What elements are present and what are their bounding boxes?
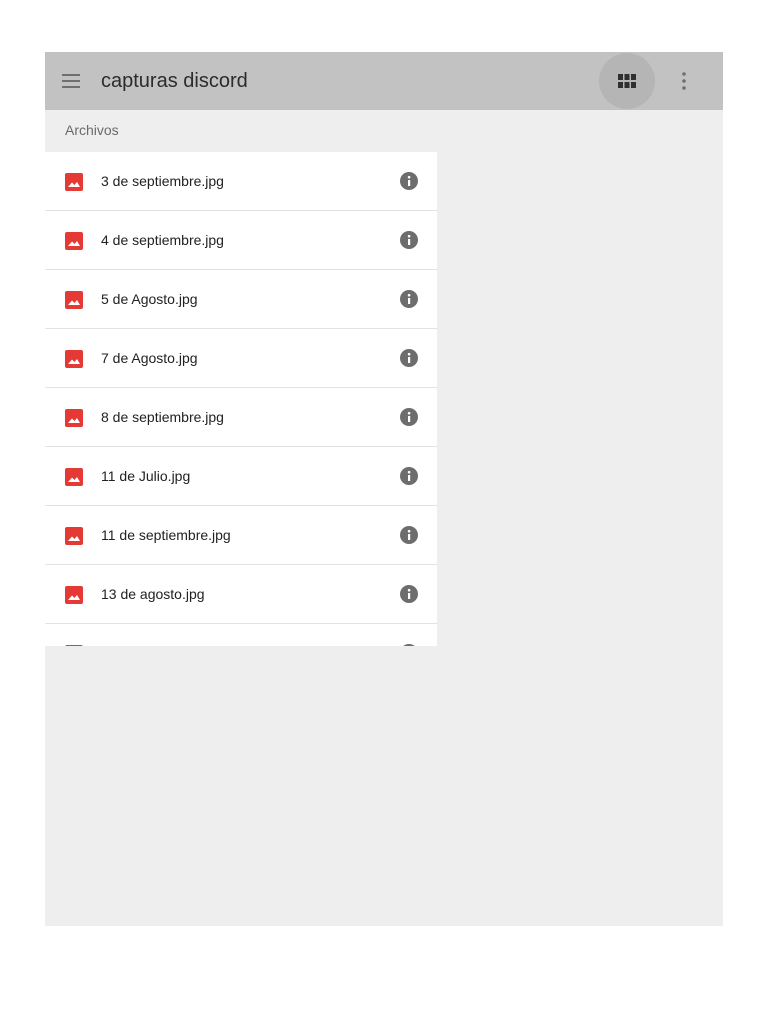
info-icon[interactable] — [400, 408, 418, 426]
hamburger-menu-icon — [62, 74, 80, 76]
file-row-partial[interactable] — [45, 624, 437, 646]
info-icon[interactable] — [400, 585, 418, 603]
file-row[interactable]: 13 de agosto.jpg — [45, 565, 437, 624]
image-file-icon — [65, 173, 83, 191]
info-icon[interactable] — [400, 231, 418, 249]
info-icon[interactable] — [400, 467, 418, 485]
info-icon[interactable] — [400, 644, 418, 646]
file-row[interactable]: 5 de Agosto.jpg — [45, 270, 437, 329]
file-row[interactable]: 3 de septiembre.jpg — [45, 152, 437, 211]
info-icon[interactable] — [400, 172, 418, 190]
toolbar: capturas discord — [45, 52, 723, 110]
grid-view-icon — [618, 74, 636, 88]
info-icon[interactable] — [400, 290, 418, 308]
file-row[interactable]: 7 de Agosto.jpg — [45, 329, 437, 388]
file-row[interactable]: 8 de septiembre.jpg — [45, 388, 437, 447]
file-row[interactable]: 4 de septiembre.jpg — [45, 211, 437, 270]
image-file-icon — [65, 350, 83, 368]
grid-view-button[interactable] — [599, 53, 655, 109]
info-icon[interactable] — [400, 526, 418, 544]
file-name: 11 de septiembre.jpg — [101, 527, 231, 543]
image-file-icon — [65, 409, 83, 427]
file-list: 3 de septiembre.jpg 4 de septiembre.jpg — [45, 152, 437, 646]
folder-title: capturas discord — [101, 70, 248, 92]
image-file-icon — [65, 232, 83, 250]
menu-button[interactable] — [57, 67, 85, 95]
image-file-icon — [65, 645, 83, 646]
image-file-icon — [65, 291, 83, 309]
image-file-icon — [65, 527, 83, 545]
info-icon[interactable] — [400, 349, 418, 367]
section-label: Archivos — [65, 122, 119, 138]
image-file-icon — [65, 468, 83, 486]
file-name: 13 de agosto.jpg — [101, 586, 205, 602]
file-row[interactable]: 11 de Julio.jpg — [45, 447, 437, 506]
file-name: 7 de Agosto.jpg — [101, 350, 198, 366]
file-name: 4 de septiembre.jpg — [101, 232, 224, 248]
file-name: 3 de septiembre.jpg — [101, 173, 224, 189]
image-file-icon — [65, 586, 83, 604]
more-vert-icon — [682, 72, 686, 90]
file-name: 8 de septiembre.jpg — [101, 409, 224, 425]
file-browser-window: capturas discord Archivos 3 de septiembr… — [45, 52, 723, 926]
more-options-button[interactable] — [670, 67, 698, 95]
file-row[interactable]: 11 de septiembre.jpg — [45, 506, 437, 565]
file-name: 5 de Agosto.jpg — [101, 291, 198, 307]
file-name: 11 de Julio.jpg — [101, 468, 191, 484]
